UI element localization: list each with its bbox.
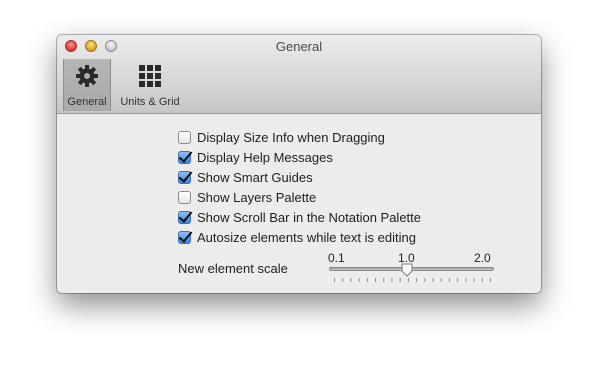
general-pane: Display Size Info when Dragging Display …: [57, 114, 541, 293]
option-label: Autosize elements while text is editing: [197, 229, 416, 245]
option-autosize-elements[interactable]: Autosize elements while text is editing: [178, 229, 416, 245]
scale-max-label: 2.0: [474, 251, 491, 265]
grid-icon: [139, 65, 161, 87]
checkbox[interactable]: [178, 230, 191, 244]
option-show-scroll-bar[interactable]: Show Scroll Bar in the Notation Palette: [178, 209, 421, 225]
scale-label: New element scale: [178, 261, 288, 276]
scale-slider-thumb[interactable]: [401, 263, 413, 277]
gear-icon: [76, 65, 98, 87]
option-label: Show Scroll Bar in the Notation Palette: [197, 209, 422, 225]
option-label: Display Help Messages: [197, 149, 333, 165]
option-label: Show Smart Guides: [197, 169, 313, 185]
toolbar-label-units-grid: Units & Grid: [120, 96, 180, 108]
checkbox[interactable]: [178, 210, 191, 224]
option-label: Show Layers Palette: [197, 189, 317, 205]
option-display-help-messages[interactable]: Display Help Messages: [178, 149, 333, 165]
checkbox[interactable]: [178, 130, 191, 144]
scale-ticks: [334, 278, 491, 282]
checkbox[interactable]: [178, 170, 191, 184]
option-show-smart-guides[interactable]: Show Smart Guides: [178, 169, 313, 185]
title-bar: General General Units & Grid: [57, 35, 541, 114]
window-title: General: [275, 39, 323, 54]
option-show-layers-palette[interactable]: Show Layers Palette: [178, 189, 316, 205]
checkbox[interactable]: [178, 190, 191, 204]
scale-min-label: 0.1: [328, 251, 345, 265]
option-display-size-info[interactable]: Display Size Info when Dragging: [178, 129, 385, 145]
toolbar-item-general[interactable]: General: [63, 59, 111, 111]
toolbar-label-general: General: [67, 96, 107, 108]
toolbar-item-units-grid[interactable]: Units & Grid: [115, 59, 185, 111]
preferences-window: General General Units & Grid Display Siz…: [57, 35, 541, 293]
checkbox[interactable]: [178, 150, 191, 164]
option-label: Display Size Info when Dragging: [197, 129, 385, 145]
